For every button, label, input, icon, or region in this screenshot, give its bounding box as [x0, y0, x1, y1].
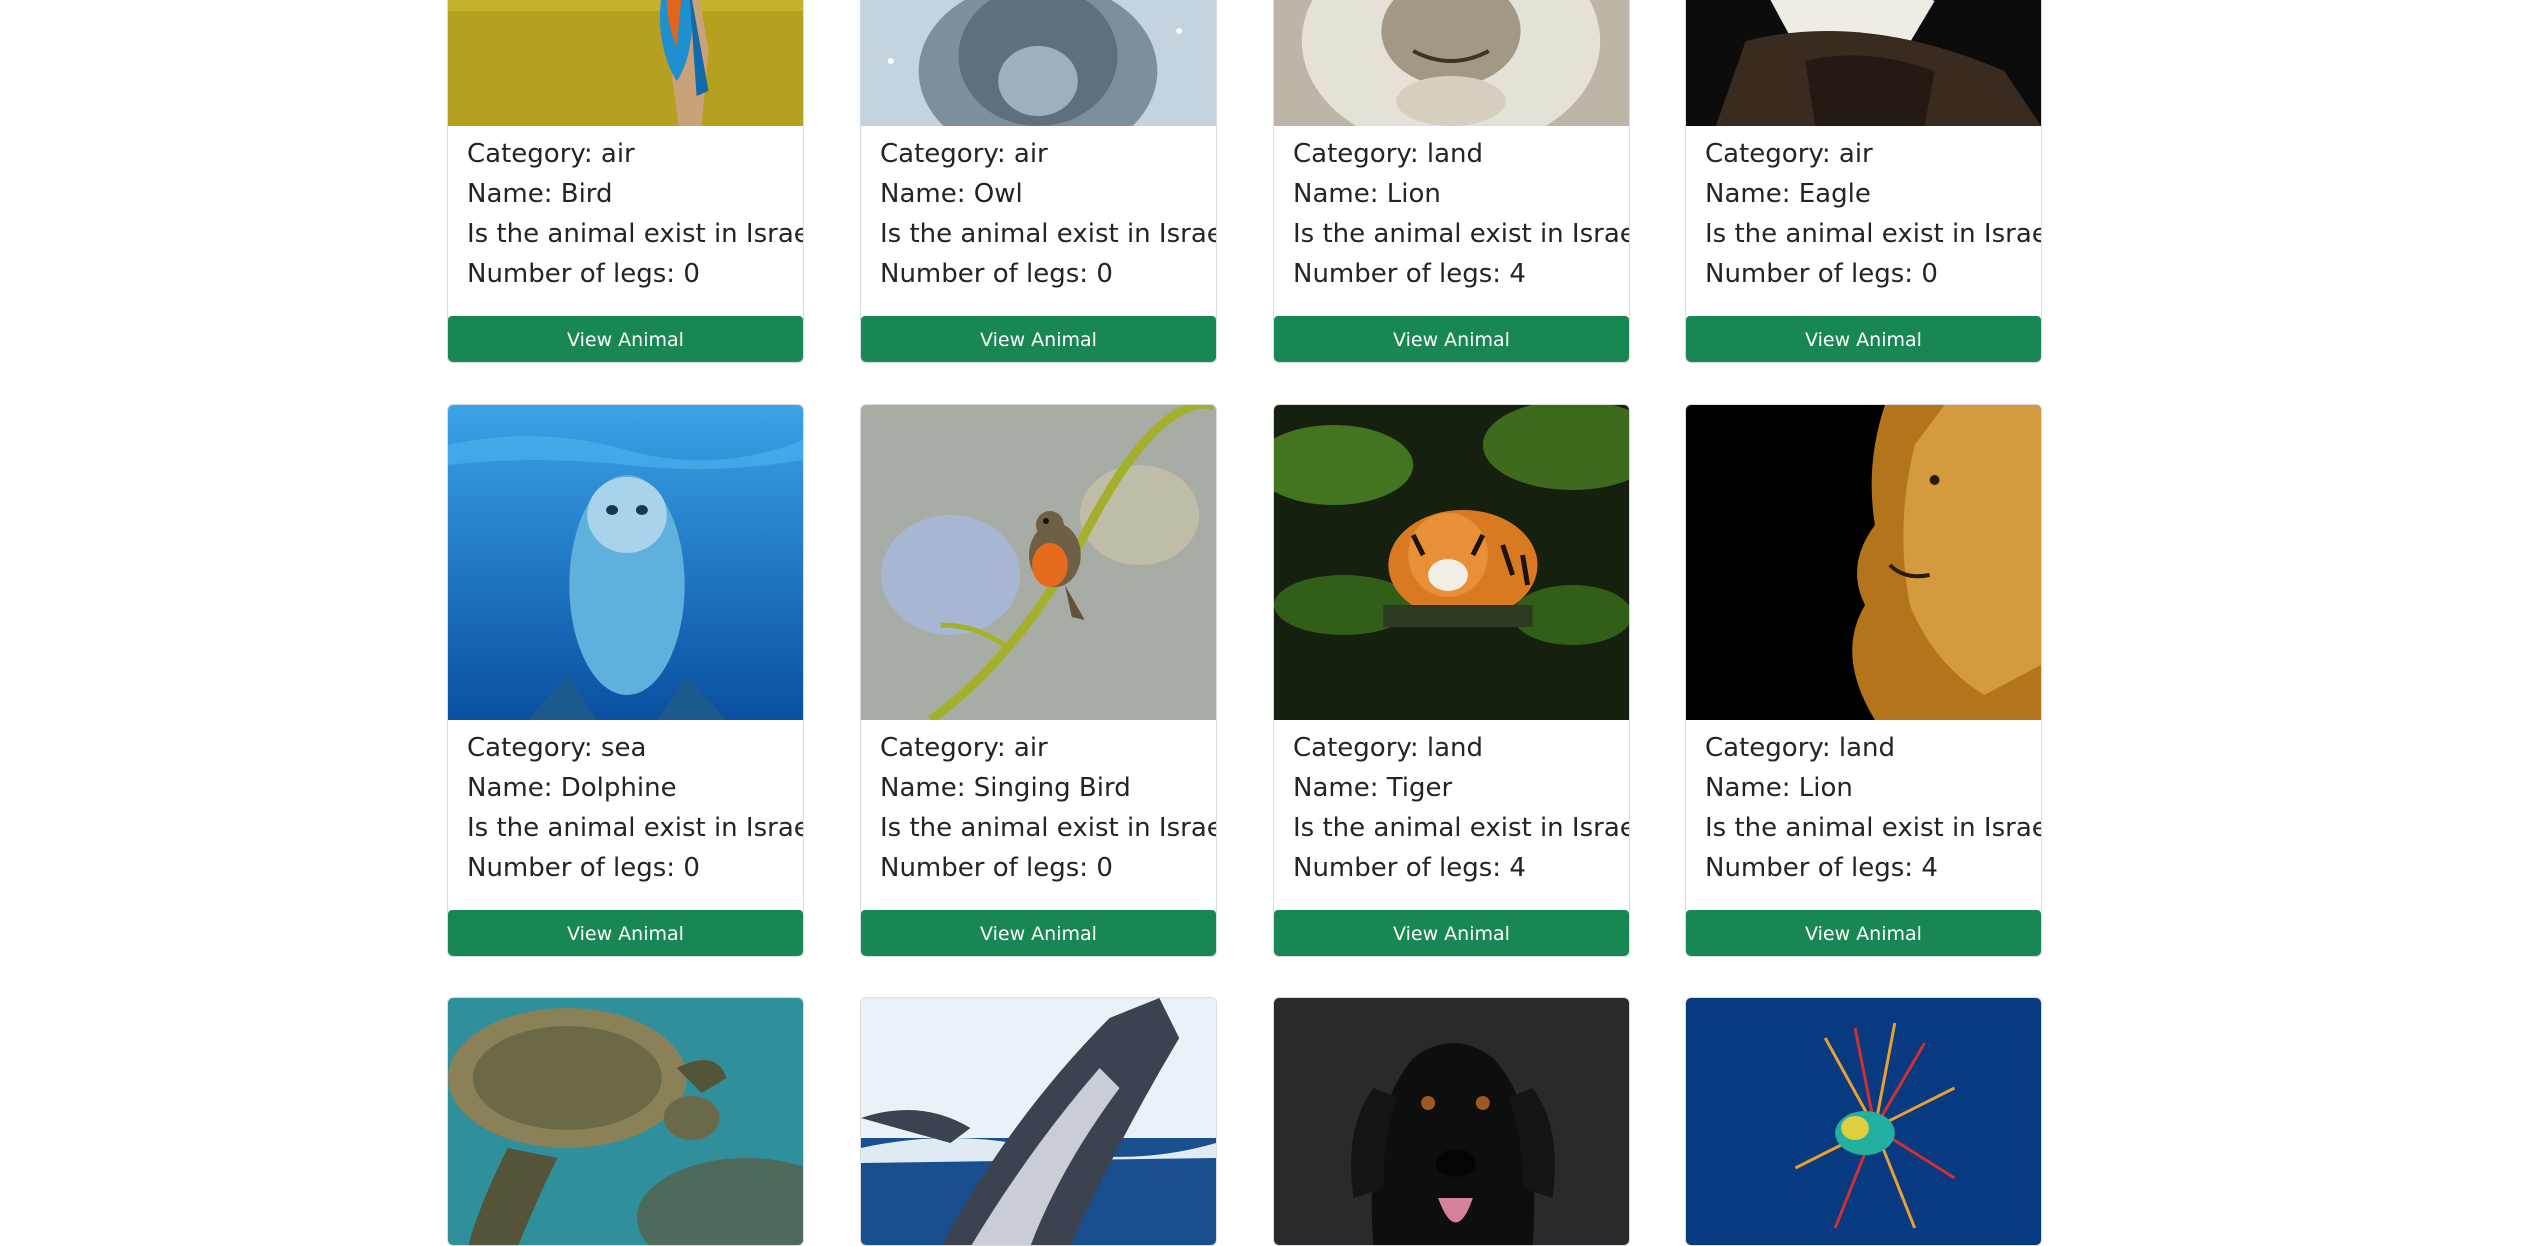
animal-legs: Number of legs: 4 — [1293, 259, 1526, 289]
animal-name: Name: Bird — [467, 179, 613, 209]
animal-card: Category: land Name: Tiger Is the animal… — [1273, 404, 1630, 957]
animal-name: Name: Eagle — [1705, 179, 1871, 209]
animal-image — [1274, 998, 1629, 1245]
animal-legs: Number of legs: 0 — [880, 259, 1113, 289]
animal-card-grid: Category: air Name: Bird Is the animal e… — [0, 0, 2527, 1246]
animal-category: Category: air — [1705, 139, 1873, 169]
animal-image — [1686, 0, 2041, 126]
animal-image — [1686, 405, 2041, 720]
animal-image — [1686, 998, 2041, 1245]
animal-image — [861, 0, 1216, 126]
animal-name: Name: Dolphine — [467, 773, 677, 803]
view-animal-button[interactable]: View Animal — [1686, 316, 2041, 362]
animal-legs: Number of legs: 0 — [467, 259, 700, 289]
animal-category: Category: land — [1293, 733, 1484, 763]
animal-card: Category: air Name: Eagle Is the animal … — [1685, 0, 2042, 363]
animal-image — [448, 405, 803, 720]
animal-category: Category: air — [880, 139, 1048, 169]
view-animal-button[interactable]: View Animal — [1274, 910, 1629, 956]
animal-card: Category: air Name: Bird Is the animal e… — [447, 0, 804, 363]
animal-legs: Number of legs: 0 — [1705, 259, 1938, 289]
animal-image — [448, 998, 803, 1245]
animal-category: Category: sea — [467, 733, 647, 763]
animal-israel-question: Is the animal exist in Israel? — [467, 219, 804, 249]
animal-name: Name: Lion — [1705, 773, 1853, 803]
animal-legs: Number of legs: 4 — [1705, 853, 1938, 883]
animal-israel-question: Is the animal exist in Israel? — [467, 813, 804, 843]
view-animal-button[interactable]: View Animal — [1686, 910, 2041, 956]
animal-israel-question: Is the animal exist in Israel? — [1705, 813, 2042, 843]
animal-image — [448, 0, 803, 126]
animal-category: Category: air — [467, 139, 635, 169]
animal-legs: Number of legs: 0 — [467, 853, 700, 883]
animal-legs: Number of legs: 4 — [1293, 853, 1526, 883]
animal-card — [1685, 997, 2042, 1246]
animal-image — [861, 998, 1216, 1245]
animal-legs: Number of legs: 0 — [880, 853, 1113, 883]
animal-card: Category: air Name: Owl Is the animal ex… — [860, 0, 1217, 363]
animal-card — [1273, 997, 1630, 1246]
animal-card: Category: sea Name: Dolphine Is the anim… — [447, 404, 804, 957]
animal-category: Category: air — [880, 733, 1048, 763]
animal-image — [861, 405, 1216, 720]
animal-card — [447, 997, 804, 1246]
animal-name: Name: Owl — [880, 179, 1023, 209]
animal-israel-question: Is the animal exist in Israel? — [1293, 813, 1630, 843]
animal-card — [860, 997, 1217, 1246]
view-animal-button[interactable]: View Animal — [1274, 316, 1629, 362]
view-animal-button[interactable]: View Animal — [861, 910, 1216, 956]
animal-image — [1274, 0, 1629, 126]
animal-card: Category: land Name: Lion Is the animal … — [1273, 0, 1630, 363]
view-animal-button[interactable]: View Animal — [861, 316, 1216, 362]
animal-card: Category: land Name: Lion Is the animal … — [1685, 404, 2042, 957]
animal-name: Name: Tiger — [1293, 773, 1453, 803]
animal-israel-question: Is the animal exist in Israel? — [880, 219, 1217, 249]
animal-name: Name: Singing Bird — [880, 773, 1131, 803]
view-animal-button[interactable]: View Animal — [448, 316, 803, 362]
animal-category: Category: land — [1293, 139, 1484, 169]
animal-card: Category: air Name: Singing Bird Is the … — [860, 404, 1217, 957]
animal-name: Name: Lion — [1293, 179, 1441, 209]
animal-israel-question: Is the animal exist in Israel? — [880, 813, 1217, 843]
view-animal-button[interactable]: View Animal — [448, 910, 803, 956]
animal-image — [1274, 405, 1629, 720]
animal-category: Category: land — [1705, 733, 1896, 763]
animal-israel-question: Is the animal exist in Israel? — [1293, 219, 1630, 249]
animal-israel-question: Is the animal exist in Israel? — [1705, 219, 2042, 249]
